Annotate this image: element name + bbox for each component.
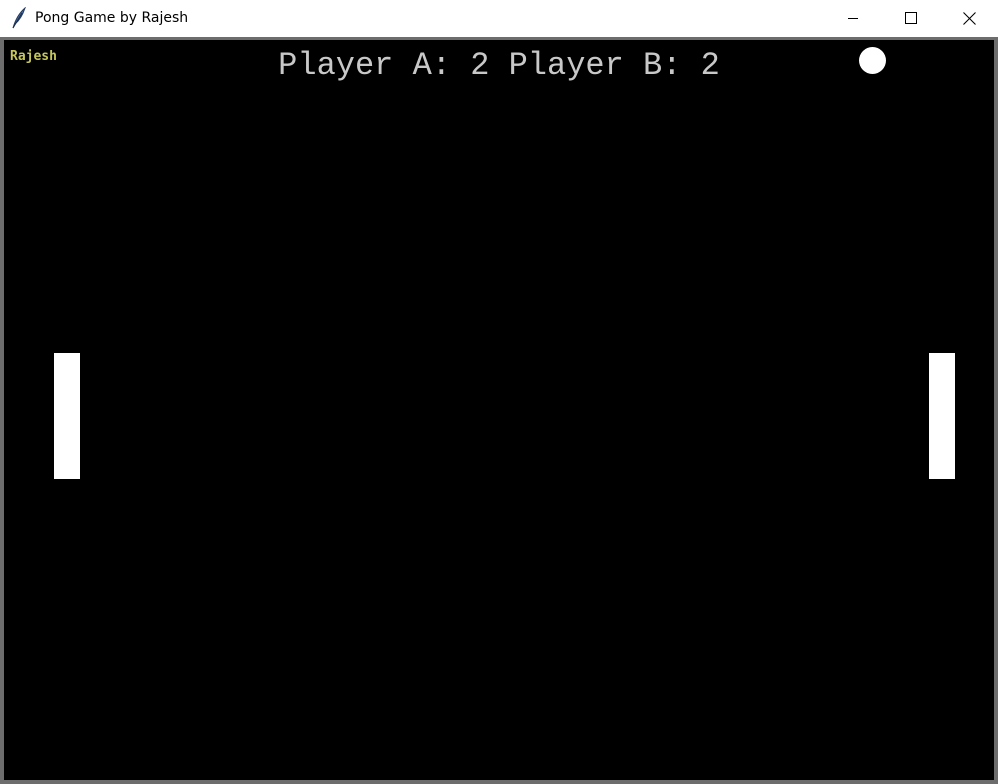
scoreboard: Player A: 2 Player B: 2 [278,47,720,84]
minimize-button[interactable] [824,0,882,36]
minimize-icon [847,12,859,24]
app-window: Pong Game by Rajesh Rajesh Player A: 2 P… [0,0,998,784]
maximize-button[interactable] [882,0,940,36]
paddle-player-b [929,353,955,479]
title-bar[interactable]: Pong Game by Rajesh [0,0,998,37]
paddle-player-a [54,353,80,479]
game-canvas[interactable]: Rajesh Player A: 2 Player B: 2 [0,37,998,784]
close-icon [962,11,976,25]
ball [859,47,886,74]
feather-icon [10,6,28,29]
window-title: Pong Game by Rajesh [35,10,189,26]
maximize-icon [905,12,917,24]
close-button[interactable] [940,0,998,36]
